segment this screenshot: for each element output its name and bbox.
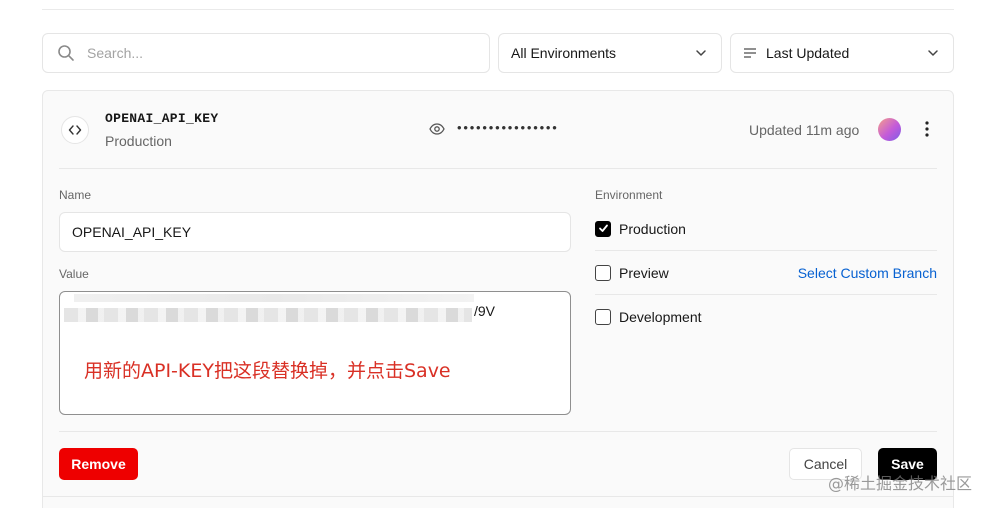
avatar xyxy=(878,118,901,141)
development-checkbox[interactable] xyxy=(595,309,611,325)
redacted-value-mask xyxy=(64,308,472,322)
variable-environment: Production xyxy=(105,133,172,149)
card-divider xyxy=(59,431,937,432)
masked-value: •••••••••••••••• xyxy=(457,120,559,135)
env-variable-card: OPENAI_API_KEY Production ••••••••••••••… xyxy=(42,90,954,508)
environment-label: Environment xyxy=(595,188,663,202)
top-divider xyxy=(42,9,954,10)
value-textarea[interactable]: /9V 用新的API-KEY把这段替换掉，并点击Save xyxy=(59,291,571,415)
sort-lines-icon xyxy=(744,48,756,58)
env-option-preview[interactable]: Preview Select Custom Branch xyxy=(595,251,937,295)
chevron-down-icon xyxy=(928,50,938,56)
sort-label: Last Updated xyxy=(766,45,850,61)
env-option-production[interactable]: Production xyxy=(595,207,937,251)
card-divider xyxy=(59,168,937,169)
redacted-value-mask xyxy=(74,294,474,302)
env-option-development[interactable]: Development xyxy=(595,295,937,339)
more-vertical-icon[interactable] xyxy=(921,120,933,138)
watermark: @稀土掘金技术社区 xyxy=(828,474,973,493)
updated-time: Updated 11m ago xyxy=(749,122,860,138)
value-visible-tail: /9V xyxy=(474,303,496,319)
select-custom-branch-link[interactable]: Select Custom Branch xyxy=(798,265,937,281)
code-icon xyxy=(61,116,89,144)
environment-filter-label: All Environments xyxy=(511,45,617,61)
sort-select[interactable]: Last Updated xyxy=(730,33,954,73)
chevron-down-icon xyxy=(696,50,706,56)
check-icon xyxy=(598,224,608,232)
card-divider xyxy=(43,496,953,497)
env-option-label: Production xyxy=(619,220,686,237)
search-icon xyxy=(58,45,74,61)
preview-checkbox[interactable] xyxy=(595,264,611,281)
variable-key: OPENAI_API_KEY xyxy=(105,111,219,126)
search-box[interactable] xyxy=(42,33,490,73)
annotation-text: 用新的API-KEY把这段替换掉，并点击Save xyxy=(84,360,451,382)
environment-filter-select[interactable]: All Environments xyxy=(498,33,722,73)
search-input[interactable] xyxy=(87,45,467,61)
env-option-label: Preview xyxy=(619,264,669,281)
eye-icon[interactable] xyxy=(429,121,445,137)
name-field[interactable] xyxy=(59,212,571,252)
production-checkbox[interactable] xyxy=(595,220,611,237)
value-label: Value xyxy=(59,267,89,281)
name-label: Name xyxy=(59,188,92,202)
remove-button[interactable]: Remove xyxy=(59,448,138,480)
env-option-label: Development xyxy=(619,309,702,325)
